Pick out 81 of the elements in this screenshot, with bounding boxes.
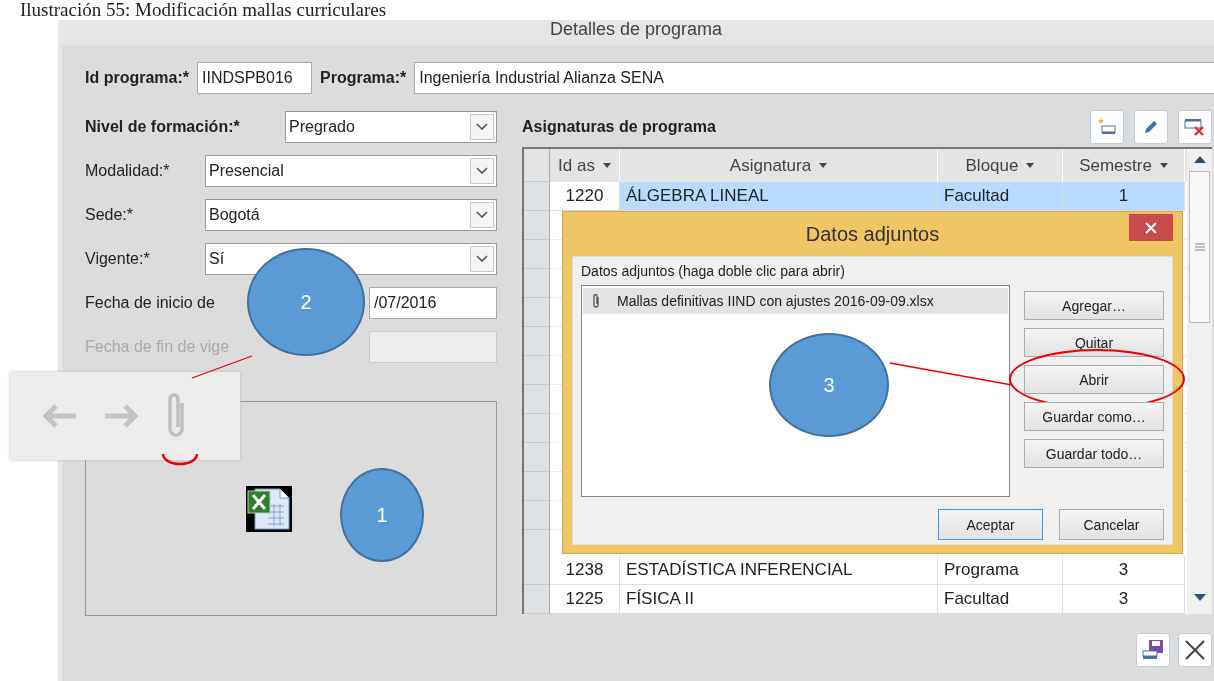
grip-icon (1194, 243, 1205, 251)
field-label: Vigente:* (85, 250, 150, 268)
row-selector[interactable] (524, 298, 550, 327)
text-field[interactable]: /07/2016 (369, 287, 497, 319)
caret-icon (602, 163, 611, 168)
dialog-button[interactable]: Agregar… (1024, 291, 1164, 320)
dialog-button[interactable]: Quitar (1024, 328, 1164, 357)
field-label: Sede:* (85, 206, 134, 224)
chevron-down-icon (470, 158, 494, 184)
save-button[interactable] (1136, 633, 1170, 667)
row-selector[interactable] (524, 530, 550, 556)
row-selector[interactable] (524, 269, 550, 298)
dropdown-field[interactable]: Pregrado (285, 111, 497, 143)
close-icon (1184, 639, 1206, 661)
attachment-item[interactable]: Mallas definitivas IIND con ajustes 2016-09-09.xlsx (583, 288, 1008, 314)
save-icon (1141, 638, 1165, 662)
chevron-down-icon (470, 246, 494, 272)
dialog-title: Datos adjuntos (805, 222, 940, 246)
pencil-icon (1142, 118, 1160, 136)
delete-record-icon (1184, 117, 1206, 137)
column-header[interactable]: Id as (550, 149, 620, 182)
field-label: Modalidad:* (85, 162, 170, 180)
dropdown-field[interactable]: Presencial (205, 155, 497, 187)
dropdown-field[interactable]: Bogotá (205, 199, 497, 231)
text-field[interactable]: Ingeniería Industrial Alianza SENA (414, 62, 1214, 94)
table-cell: 1225 (550, 585, 620, 614)
field-label: Programa:* (320, 69, 407, 87)
field-label: Fecha de inicio de (85, 294, 215, 312)
edit-button[interactable] (1134, 110, 1168, 144)
select-all-corner[interactable] (524, 149, 550, 182)
table-cell: Facultad (938, 182, 1063, 211)
chevron-down-icon (470, 202, 494, 228)
row-selector[interactable] (524, 556, 550, 585)
dialog-button[interactable]: Guardar como… (1024, 402, 1164, 431)
text-field[interactable] (369, 331, 497, 363)
row-selector[interactable] (524, 356, 550, 385)
close-button[interactable] (1178, 633, 1212, 667)
spreadsheet-file-icon (245, 485, 292, 532)
table-cell: 3 (1063, 585, 1185, 614)
vertical-scrollbar[interactable] (1187, 149, 1212, 614)
text-field[interactable]: IINDSPB016 (197, 62, 312, 94)
dialog-button[interactable]: Aceptar (938, 509, 1043, 540)
leader-line (190, 354, 254, 380)
chevron-down-icon (470, 114, 494, 140)
row-selector[interactable] (524, 385, 550, 414)
table-cell: 3 (1063, 556, 1185, 585)
dialog-button[interactable]: Guardar todo… (1024, 439, 1164, 468)
caret-icon (1159, 163, 1168, 168)
figure-caption: Ilustración 55: Modificación mallas curriculares (19, 0, 388, 20)
new-record-icon (1097, 117, 1117, 137)
table-cell: 1 (1063, 182, 1185, 211)
row-selector[interactable] (524, 472, 550, 501)
table-cell: Programa (938, 556, 1063, 585)
list-label: Datos adjuntos (haga doble clic para abrir) (581, 263, 846, 281)
row-selector[interactable] (524, 182, 550, 211)
table-cell: FÍSICA II (620, 585, 938, 614)
table-cell: 1238 (550, 556, 620, 585)
close-icon (1145, 221, 1157, 234)
row-selector[interactable] (524, 211, 550, 240)
row-selector[interactable] (524, 327, 550, 356)
table-cell: ESTADÍSTICA INFERENCIAL (620, 556, 938, 585)
table-cell: Facultad (938, 585, 1063, 614)
field-label: Nivel de formación:* (85, 118, 240, 136)
section-title: Asignaturas de programa (522, 118, 716, 136)
caret-icon (1026, 163, 1035, 168)
table-cell: ÁLGEBRA LINEAL (620, 182, 938, 211)
row-selector[interactable] (524, 414, 550, 443)
paperclip-icon (591, 293, 601, 309)
caret-icon (819, 163, 828, 168)
row-selector[interactable] (524, 240, 550, 269)
field-label: Id programa:* (85, 69, 189, 87)
row-selector[interactable] (524, 443, 550, 472)
window-title: Detalles de programa (549, 19, 723, 39)
dialog-button[interactable]: Abrir (1024, 365, 1164, 394)
dialog-button[interactable]: Cancelar (1059, 509, 1164, 540)
delete-record-button[interactable] (1178, 110, 1212, 144)
highlight-arc (160, 452, 200, 466)
scroll-thumb[interactable] (1189, 171, 1210, 323)
row-selector[interactable] (524, 501, 550, 530)
new-record-button[interactable] (1090, 110, 1124, 144)
row-selector[interactable] (524, 585, 550, 614)
